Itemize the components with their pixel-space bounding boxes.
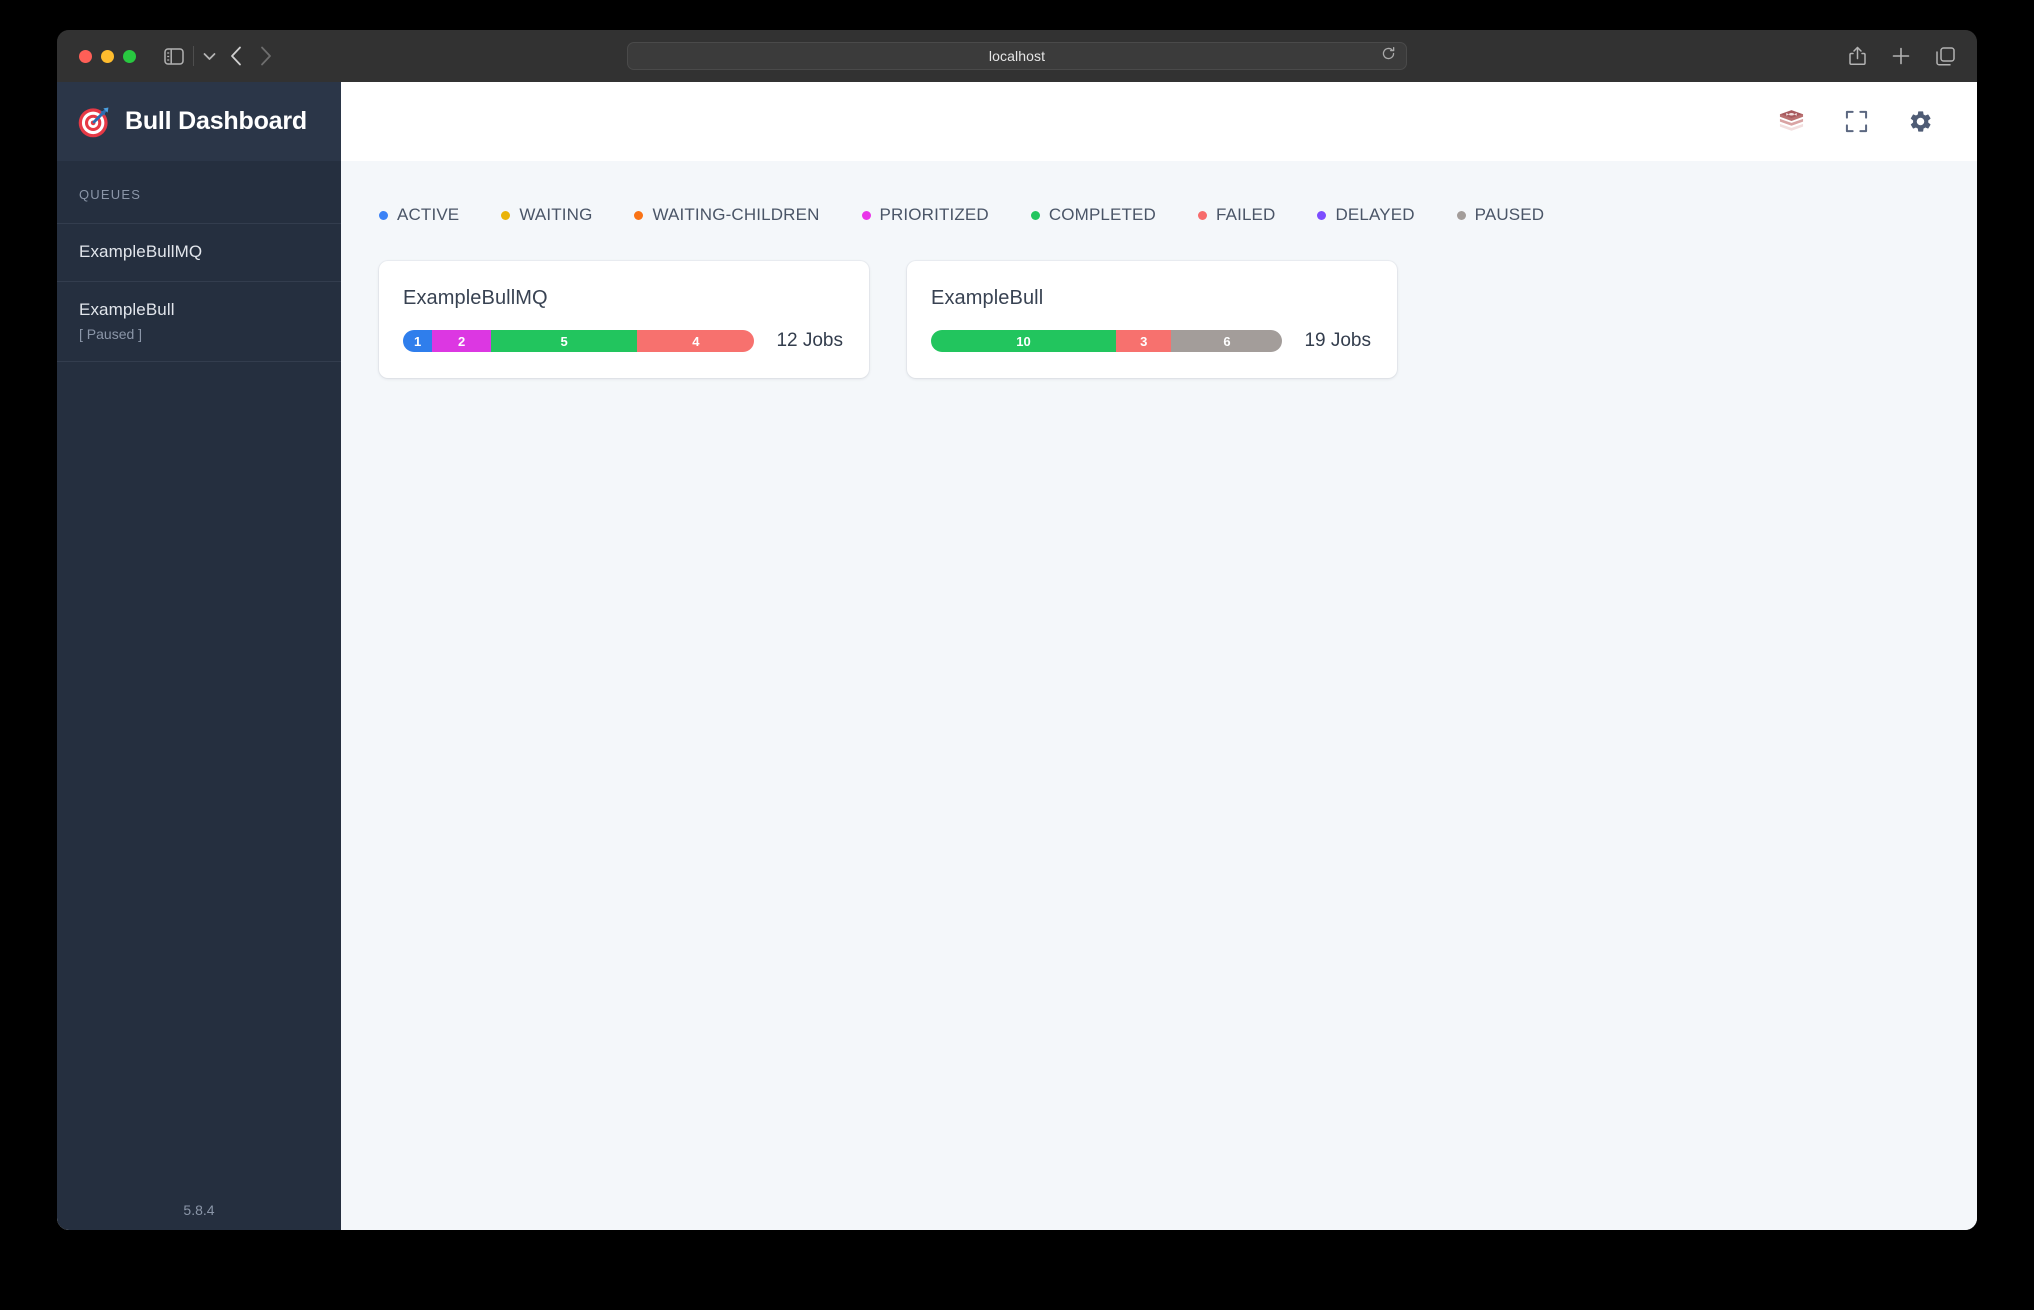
queue-paused-status: [ Paused ] <box>79 326 319 342</box>
legend-item-waiting[interactable]: WAITING <box>501 205 592 225</box>
chevron-down-icon[interactable] <box>203 52 216 61</box>
main-content: ACTIVE WAITING WAITING-CHILDREN PRIORITI… <box>341 161 1977 1230</box>
card-title: ExampleBull <box>931 287 1371 310</box>
legend-dot-paused <box>1457 211 1466 220</box>
legend-label: ACTIVE <box>397 205 459 225</box>
legend-dot-waiting-children <box>634 211 643 220</box>
main-header <box>341 82 1977 161</box>
legend-item-completed[interactable]: COMPLETED <box>1031 205 1156 225</box>
bar-segment-prioritized[interactable]: 2 <box>432 330 491 352</box>
dartboard-target-icon <box>77 105 111 139</box>
card-row: 1 2 5 4 12 Jobs <box>403 330 843 352</box>
card-row: 10 3 6 19 Jobs <box>931 330 1371 352</box>
sidebar-toggle-icon[interactable] <box>164 48 184 65</box>
share-icon[interactable] <box>1849 46 1866 66</box>
forward-arrow-icon[interactable] <box>260 46 272 66</box>
tab-overview-icon[interactable] <box>1936 47 1955 66</box>
queue-card-examplebullmq[interactable]: ExampleBullMQ 1 2 5 4 12 Jobs <box>379 261 869 378</box>
legend-item-failed[interactable]: FAILED <box>1198 205 1275 225</box>
legend-dot-completed <box>1031 211 1040 220</box>
browser-window: localhost <box>57 30 1977 1230</box>
browser-toolbar: localhost <box>57 30 1977 82</box>
queues-section-label: QUEUES <box>57 161 341 202</box>
toolbar-right-actions <box>1849 46 1955 66</box>
bar-segment-active[interactable]: 1 <box>403 330 432 352</box>
close-window-button[interactable] <box>79 50 92 63</box>
redis-logo-icon[interactable] <box>1778 109 1805 135</box>
legend-label: FAILED <box>1216 205 1275 225</box>
window-controls <box>79 50 136 63</box>
address-bar[interactable]: localhost <box>627 42 1407 70</box>
legend-item-paused[interactable]: PAUSED <box>1457 205 1545 225</box>
card-title: ExampleBullMQ <box>403 287 843 310</box>
legend-dot-failed <box>1198 211 1207 220</box>
legend-label: WAITING <box>519 205 592 225</box>
back-arrow-icon[interactable] <box>230 46 242 66</box>
queue-list: ExampleBullMQ ExampleBull [ Paused ] <box>57 223 341 362</box>
version-label: 5.8.4 <box>57 1202 341 1218</box>
legend-label: PRIORITIZED <box>880 205 989 225</box>
main-area: ACTIVE WAITING WAITING-CHILDREN PRIORITI… <box>341 82 1977 1230</box>
queue-cards: ExampleBullMQ 1 2 5 4 12 Jobs E <box>379 261 1977 378</box>
legend-dot-waiting <box>501 211 510 220</box>
legend-dot-delayed <box>1317 211 1326 220</box>
bar-segment-completed[interactable]: 10 <box>931 330 1116 352</box>
bar-segment-failed[interactable]: 3 <box>1116 330 1171 352</box>
fullscreen-icon[interactable] <box>1845 110 1868 133</box>
minimize-window-button[interactable] <box>101 50 114 63</box>
sidebar: Bull Dashboard QUEUES ExampleBullMQ Exam… <box>57 82 341 1230</box>
bar-segment-completed[interactable]: 5 <box>491 330 637 352</box>
legend-label: WAITING-CHILDREN <box>652 205 819 225</box>
app-body: Bull Dashboard QUEUES ExampleBullMQ Exam… <box>57 82 1977 1230</box>
jobs-count: 12 Jobs <box>776 330 843 352</box>
legend-item-waiting-children[interactable]: WAITING-CHILDREN <box>634 205 819 225</box>
jobs-count: 19 Jobs <box>1304 330 1371 352</box>
legend-item-active[interactable]: ACTIVE <box>379 205 459 225</box>
queue-card-examplebull[interactable]: ExampleBull 10 3 6 19 Jobs <box>907 261 1397 378</box>
sidebar-header: Bull Dashboard <box>57 82 341 161</box>
plus-icon[interactable] <box>1892 47 1910 65</box>
status-bar: 10 3 6 <box>931 330 1282 352</box>
legend-dot-active <box>379 211 388 220</box>
status-legend: ACTIVE WAITING WAITING-CHILDREN PRIORITI… <box>379 205 1977 225</box>
sidebar-item-examplebullmq[interactable]: ExampleBullMQ <box>57 223 341 282</box>
app-title: Bull Dashboard <box>125 107 307 136</box>
status-bar: 1 2 5 4 <box>403 330 754 352</box>
legend-label: PAUSED <box>1475 205 1545 225</box>
maximize-window-button[interactable] <box>123 50 136 63</box>
queue-name: ExampleBullMQ <box>79 242 319 262</box>
bar-segment-failed[interactable]: 4 <box>637 330 754 352</box>
gear-icon[interactable] <box>1908 109 1933 134</box>
toolbar-divider <box>193 46 194 66</box>
sidebar-item-examplebull[interactable]: ExampleBull [ Paused ] <box>57 282 341 362</box>
reload-icon[interactable] <box>1381 46 1396 66</box>
legend-label: DELAYED <box>1335 205 1414 225</box>
bar-segment-paused[interactable]: 6 <box>1171 330 1282 352</box>
address-bar-url: localhost <box>989 48 1045 64</box>
legend-item-delayed[interactable]: DELAYED <box>1317 205 1414 225</box>
legend-item-prioritized[interactable]: PRIORITIZED <box>862 205 989 225</box>
legend-dot-prioritized <box>862 211 871 220</box>
queue-name: ExampleBull <box>79 300 319 320</box>
legend-label: COMPLETED <box>1049 205 1156 225</box>
